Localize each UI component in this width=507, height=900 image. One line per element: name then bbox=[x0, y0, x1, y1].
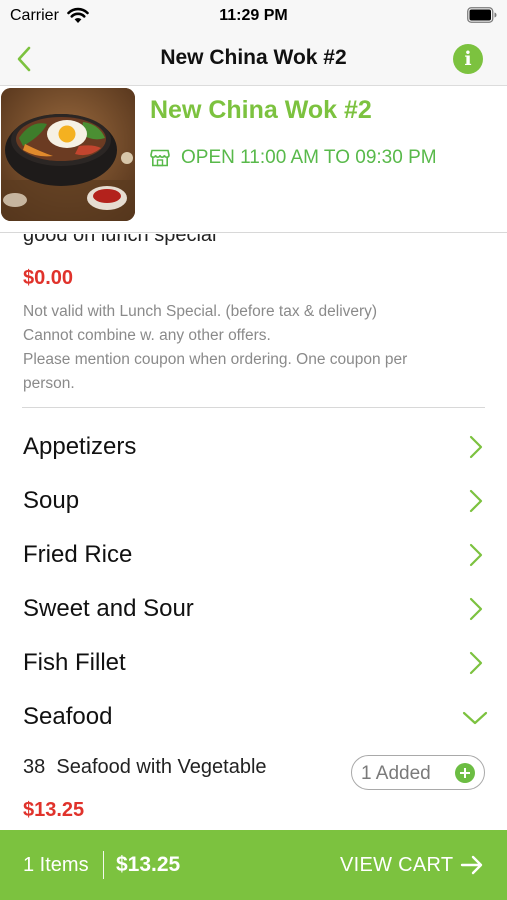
category-label: Sweet and Sour bbox=[23, 595, 194, 622]
chevron-right-icon bbox=[469, 543, 483, 567]
cart-divider bbox=[103, 851, 104, 879]
chevron-right-icon bbox=[469, 651, 483, 675]
hours-row: OPEN 11:00 AM TO 09:30 PM bbox=[150, 147, 437, 169]
category-label: Seafood bbox=[23, 703, 113, 730]
cart-total: $13.25 bbox=[116, 853, 181, 876]
nav-title: New China Wok #2 bbox=[160, 46, 347, 69]
category-sweet-and-sour[interactable]: Sweet and Sour bbox=[0, 582, 507, 636]
battery-icon bbox=[467, 7, 497, 23]
view-cart-bar[interactable]: 1 Items $13.25 VIEW CART bbox=[0, 830, 507, 900]
navigation-bar: New China Wok #2 i bbox=[0, 32, 507, 86]
chevron-right-icon bbox=[469, 597, 483, 621]
menu-scroll-area[interactable]: good on lunch special $0.00 Not valid wi… bbox=[0, 234, 507, 830]
category-label: Fried Rice bbox=[23, 541, 133, 568]
category-label: Appetizers bbox=[23, 433, 137, 460]
info-icon: i bbox=[464, 48, 472, 70]
view-cart-button[interactable]: VIEW CART bbox=[340, 854, 453, 877]
coupon-note-line: Please mention coupon when ordering. One… bbox=[23, 351, 408, 368]
divider bbox=[22, 407, 485, 408]
restaurant-header: New China Wok #2 OPEN 11:00 AM TO 09:30 … bbox=[0, 87, 507, 233]
category-soup[interactable]: Soup bbox=[0, 474, 507, 528]
category-label: Fish Fillet bbox=[23, 649, 126, 676]
category-appetizers[interactable]: Appetizers bbox=[0, 420, 507, 474]
status-bar: Carrier 11:29 PM bbox=[0, 0, 507, 32]
coupon-note-line: Cannot combine w. any other offers. bbox=[23, 327, 271, 344]
restaurant-name: New China Wok #2 bbox=[150, 96, 372, 124]
coupon-note-line: person. bbox=[23, 375, 75, 392]
menu-item-name[interactable]: 38 Seafood with Vegetable bbox=[23, 756, 267, 779]
chevron-down-icon bbox=[462, 711, 488, 725]
coupon-price: $0.00 bbox=[23, 267, 74, 289]
category-label: Soup bbox=[23, 487, 80, 514]
opening-hours: OPEN 11:00 AM TO 09:30 PM bbox=[181, 147, 437, 168]
chevron-right-icon bbox=[469, 489, 483, 513]
added-count-label: 1 Added bbox=[361, 763, 431, 784]
coupon-title: good on lunch special bbox=[23, 234, 217, 246]
chevron-right-icon bbox=[469, 435, 483, 459]
status-time: 11:29 PM bbox=[219, 7, 288, 24]
plus-icon bbox=[455, 763, 475, 783]
category-seafood[interactable]: Seafood bbox=[0, 690, 507, 744]
arrow-right-icon bbox=[460, 855, 483, 875]
category-fried-rice[interactable]: Fried Rice bbox=[0, 528, 507, 582]
restaurant-photo bbox=[1, 88, 135, 221]
store-icon bbox=[150, 149, 170, 167]
add-item-button[interactable]: 1 Added bbox=[351, 755, 485, 790]
coupon-note: Not valid with Lunch Special. (before ta… bbox=[23, 300, 493, 396]
cart-item-count: 1 Items bbox=[23, 854, 89, 876]
menu-item-price: $13.25 bbox=[23, 799, 85, 821]
info-button[interactable]: i bbox=[453, 44, 483, 74]
coupon-note-line: Not valid with Lunch Special. (before ta… bbox=[23, 303, 378, 320]
category-fish-fillet[interactable]: Fish Fillet bbox=[0, 636, 507, 690]
